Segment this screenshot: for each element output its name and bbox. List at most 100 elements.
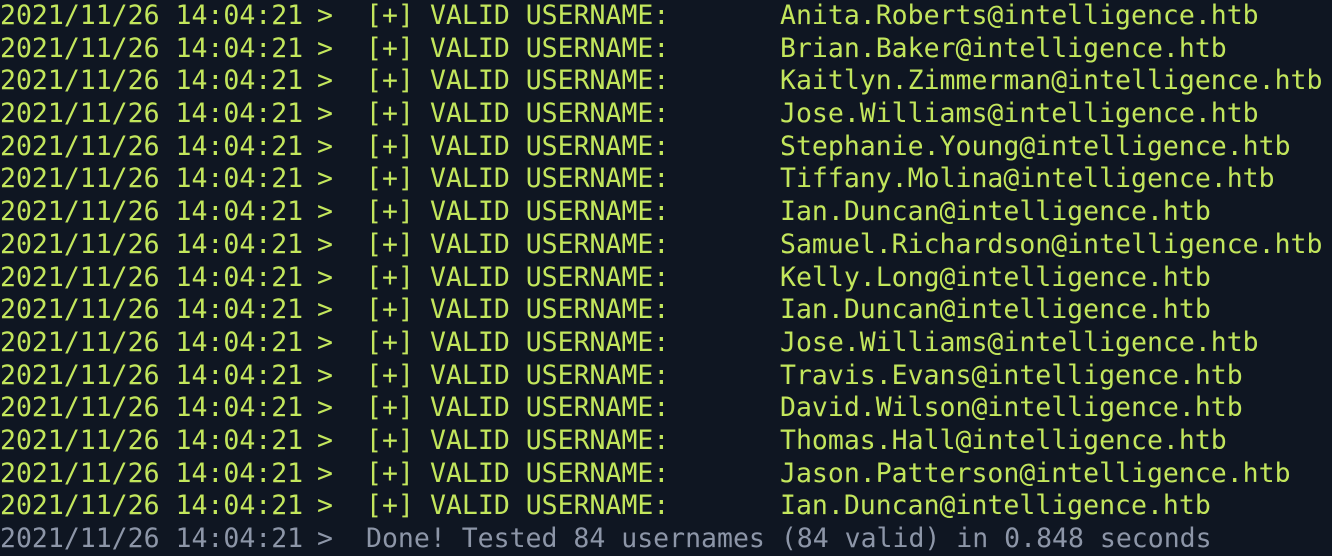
prompt-symbol: > (317, 196, 333, 228)
prompt-symbol: > (317, 163, 333, 195)
log-timestamp: 2021/11/26 14:04:21 (0, 457, 304, 489)
summary-timestamp: 2021/11/26 14:04:21 (0, 523, 304, 554)
log-line: 2021/11/26 14:04:21 > [+] VALID USERNAME: Br… (0, 33, 1332, 66)
status-message: VALID USERNAME: (430, 294, 670, 326)
status-tag: [+] (366, 32, 414, 64)
status-message: VALID USERNAME: (430, 424, 670, 456)
status-message: VALID USERNAME: (430, 65, 670, 97)
status-tag: [+] (366, 261, 414, 293)
prompt-symbol: > (317, 130, 333, 162)
log-line: 2021/11/26 14:04:21 > [+] VALID USERNAME: Tr… (0, 360, 1332, 393)
log-line: 2021/11/26 14:04:21 > [+] VALID USERNAME: Sa… (0, 229, 1332, 262)
log-line: 2021/11/26 14:04:21 > [+] VALID USERNAME: Ia… (0, 196, 1332, 229)
status-tag: [+] (366, 326, 414, 358)
log-line: 2021/11/26 14:04:21 > [+] VALID USERNAME: Jo… (0, 327, 1332, 360)
status-message: VALID USERNAME: (430, 163, 670, 195)
prompt-symbol: > (317, 228, 333, 260)
prompt-symbol: > (317, 0, 333, 31)
prompt-symbol: > (317, 392, 333, 424)
status-message: VALID USERNAME: (430, 130, 670, 162)
log-timestamp: 2021/11/26 14:04:21 (0, 98, 304, 130)
prompt-symbol: > (317, 32, 333, 64)
log-lines: 2021/11/26 14:04:21 > [+] VALID USERNAME: An… (0, 0, 1332, 523)
status-tag: [+] (366, 490, 414, 522)
username: Kelly.Long@intelligence.htb (780, 261, 1211, 293)
log-timestamp: 2021/11/26 14:04:21 (0, 65, 304, 97)
status-tag: [+] (366, 359, 414, 391)
status-message: VALID USERNAME: (430, 490, 670, 522)
status-tag: [+] (366, 0, 414, 31)
log-line: 2021/11/26 14:04:21 > [+] VALID USERNAME: An… (0, 0, 1332, 33)
log-timestamp: 2021/11/26 14:04:21 (0, 294, 304, 326)
log-line: 2021/11/26 14:04:21 > [+] VALID USERNAME: St… (0, 131, 1332, 164)
log-timestamp: 2021/11/26 14:04:21 (0, 0, 304, 31)
log-timestamp: 2021/11/26 14:04:21 (0, 490, 304, 522)
username: Ian.Duncan@intelligence.htb (780, 490, 1211, 522)
status-tag: [+] (366, 228, 414, 260)
username: Brian.Baker@intelligence.htb (780, 32, 1227, 64)
prompt-symbol: > (317, 523, 333, 554)
status-message: VALID USERNAME: (430, 0, 670, 31)
log-line: 2021/11/26 14:04:21 > [+] VALID USERNAME: Ke… (0, 262, 1332, 295)
log-timestamp: 2021/11/26 14:04:21 (0, 228, 304, 260)
status-message: VALID USERNAME: (430, 196, 670, 228)
username: Thomas.Hall@intelligence.htb (780, 424, 1227, 456)
prompt-symbol: > (317, 490, 333, 522)
status-message: VALID USERNAME: (430, 457, 670, 489)
prompt-symbol: > (317, 359, 333, 391)
status-tag: [+] (366, 98, 414, 130)
log-timestamp: 2021/11/26 14:04:21 (0, 163, 304, 195)
prompt-symbol: > (317, 457, 333, 489)
username: Tiffany.Molina@intelligence.htb (780, 163, 1275, 195)
status-tag: [+] (366, 65, 414, 97)
log-timestamp: 2021/11/26 14:04:21 (0, 196, 304, 228)
status-tag: [+] (366, 196, 414, 228)
log-line: 2021/11/26 14:04:21 > [+] VALID USERNAME: Ka… (0, 65, 1332, 98)
status-tag: [+] (366, 424, 414, 456)
username: Ian.Duncan@intelligence.htb (780, 196, 1211, 228)
username: Travis.Evans@intelligence.htb (780, 359, 1243, 391)
log-line: 2021/11/26 14:04:21 > [+] VALID USERNAME: Jo… (0, 98, 1332, 131)
log-timestamp: 2021/11/26 14:04:21 (0, 359, 304, 391)
prompt-symbol: > (317, 65, 333, 97)
log-timestamp: 2021/11/26 14:04:21 (0, 424, 304, 456)
summary-line: 2021/11/26 14:04:21 > Done! Tested 84 us… (0, 523, 1332, 556)
log-timestamp: 2021/11/26 14:04:21 (0, 32, 304, 64)
prompt-symbol: > (317, 98, 333, 130)
username: Jose.Williams@intelligence.htb (780, 326, 1259, 358)
username: Jose.Williams@intelligence.htb (780, 98, 1259, 130)
status-tag: [+] (366, 294, 414, 326)
log-timestamp: 2021/11/26 14:04:21 (0, 261, 304, 293)
status-message: VALID USERNAME: (430, 98, 670, 130)
status-message: VALID USERNAME: (430, 359, 670, 391)
status-message: VALID USERNAME: (430, 261, 670, 293)
log-line: 2021/11/26 14:04:21 > [+] VALID USERNAME: Ja… (0, 458, 1332, 491)
log-timestamp: 2021/11/26 14:04:21 (0, 326, 304, 358)
prompt-symbol: > (317, 294, 333, 326)
username: Samuel.Richardson@intelligence.htb (780, 228, 1323, 260)
log-line: 2021/11/26 14:04:21 > [+] VALID USERNAME: Th… (0, 425, 1332, 458)
status-tag: [+] (366, 457, 414, 489)
status-message: VALID USERNAME: (430, 392, 670, 424)
status-message: VALID USERNAME: (430, 228, 670, 260)
log-timestamp: 2021/11/26 14:04:21 (0, 130, 304, 162)
username: Ian.Duncan@intelligence.htb (780, 294, 1211, 326)
log-line: 2021/11/26 14:04:21 > [+] VALID USERNAME: Ti… (0, 163, 1332, 196)
log-line: 2021/11/26 14:04:21 > [+] VALID USERNAME: Ia… (0, 490, 1332, 523)
status-tag: [+] (366, 392, 414, 424)
log-line: 2021/11/26 14:04:21 > [+] VALID USERNAME: Da… (0, 392, 1332, 425)
username: David.Wilson@intelligence.htb (780, 392, 1243, 424)
status-tag: [+] (366, 163, 414, 195)
username: Stephanie.Young@intelligence.htb (780, 130, 1291, 162)
username: Kaitlyn.Zimmerman@intelligence.htb (780, 65, 1323, 97)
username: Jason.Patterson@intelligence.htb (780, 457, 1291, 489)
terminal-output: 2021/11/26 14:04:21 > [+] VALID USERNAME: An… (0, 0, 1332, 556)
log-timestamp: 2021/11/26 14:04:21 (0, 392, 304, 424)
prompt-symbol: > (317, 261, 333, 293)
username: Anita.Roberts@intelligence.htb (780, 0, 1259, 31)
prompt-symbol: > (317, 326, 333, 358)
status-message: VALID USERNAME: (430, 326, 670, 358)
status-message: VALID USERNAME: (430, 32, 670, 64)
log-line: 2021/11/26 14:04:21 > [+] VALID USERNAME: Ia… (0, 294, 1332, 327)
status-tag: [+] (366, 130, 414, 162)
